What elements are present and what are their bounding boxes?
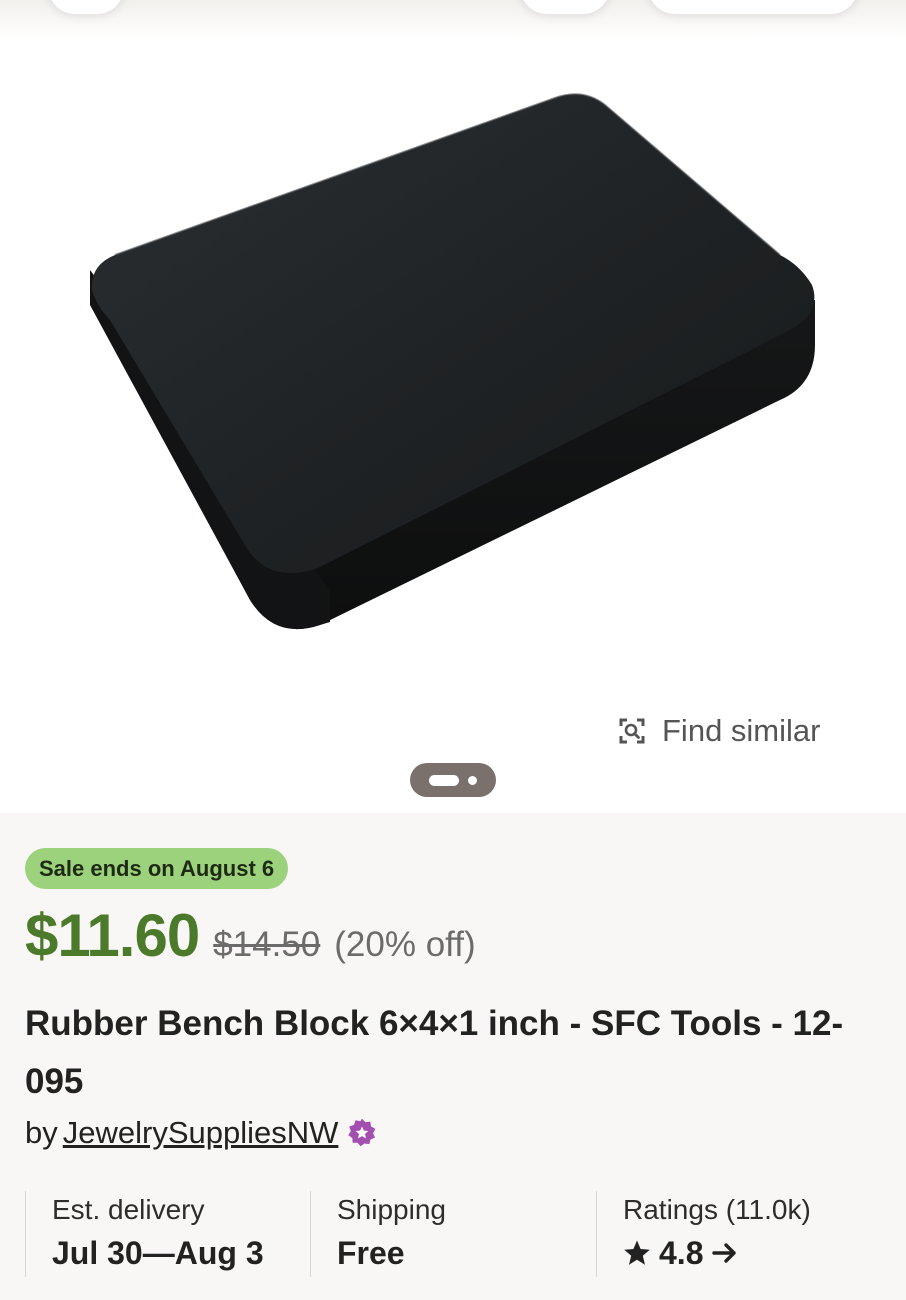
- shipping-stat: Shipping Free: [310, 1191, 596, 1277]
- carousel-dot[interactable]: [468, 775, 477, 785]
- shipping-value: Free: [337, 1235, 405, 1271]
- sale-badge: Sale ends on August 6: [25, 848, 289, 889]
- seller-row: by JewelrySuppliesNW: [25, 1111, 377, 1155]
- listing-info-panel: Sale ends on August 6 $11.60 $14.50 (20%…: [0, 813, 906, 1300]
- discount-label: (20% off): [334, 925, 476, 964]
- arrow-right-icon: [712, 1243, 737, 1263]
- original-price: $14.50: [213, 925, 321, 964]
- ratings-value-row: 4.8: [623, 1233, 896, 1273]
- listing-page: Find similar Sale ends on August 6 $11.6…: [0, 0, 906, 1300]
- price-row: $11.60 $14.50 (20% off): [25, 901, 476, 971]
- current-price: $11.60: [25, 902, 200, 969]
- carousel-dot-active: [429, 774, 459, 786]
- product-photo: [90, 93, 815, 630]
- seller-prefix: by: [25, 1115, 58, 1150]
- delivery-label: Est. delivery: [52, 1194, 205, 1225]
- visual-search-icon: [619, 718, 645, 744]
- carousel-indicator: [410, 763, 496, 797]
- shipping-label: Shipping: [337, 1194, 446, 1225]
- star-icon: [624, 1240, 650, 1265]
- find-similar-button[interactable]: Find similar: [618, 710, 820, 752]
- delivery-value: Jul 30—Aug 3: [52, 1235, 264, 1271]
- star-seller-icon: [348, 1118, 376, 1147]
- ratings-value: 4.8: [659, 1235, 704, 1271]
- find-similar-label: Find similar: [662, 713, 821, 748]
- product-title: Rubber Bench Block 6×4×1 inch - SFC Tool…: [25, 1004, 844, 1101]
- delivery-stat: Est. delivery Jul 30—Aug 3: [25, 1191, 310, 1277]
- ratings-stat[interactable]: Ratings (11.0k) 4.8: [596, 1191, 896, 1277]
- product-image-carousel[interactable]: Find similar: [0, 0, 906, 813]
- listing-stats: Est. delivery Jul 30—Aug 3 Shipping Free…: [0, 1191, 906, 1277]
- seller-link[interactable]: JewelrySuppliesNW: [63, 1115, 339, 1151]
- ratings-label: Ratings (11.0k): [623, 1194, 811, 1225]
